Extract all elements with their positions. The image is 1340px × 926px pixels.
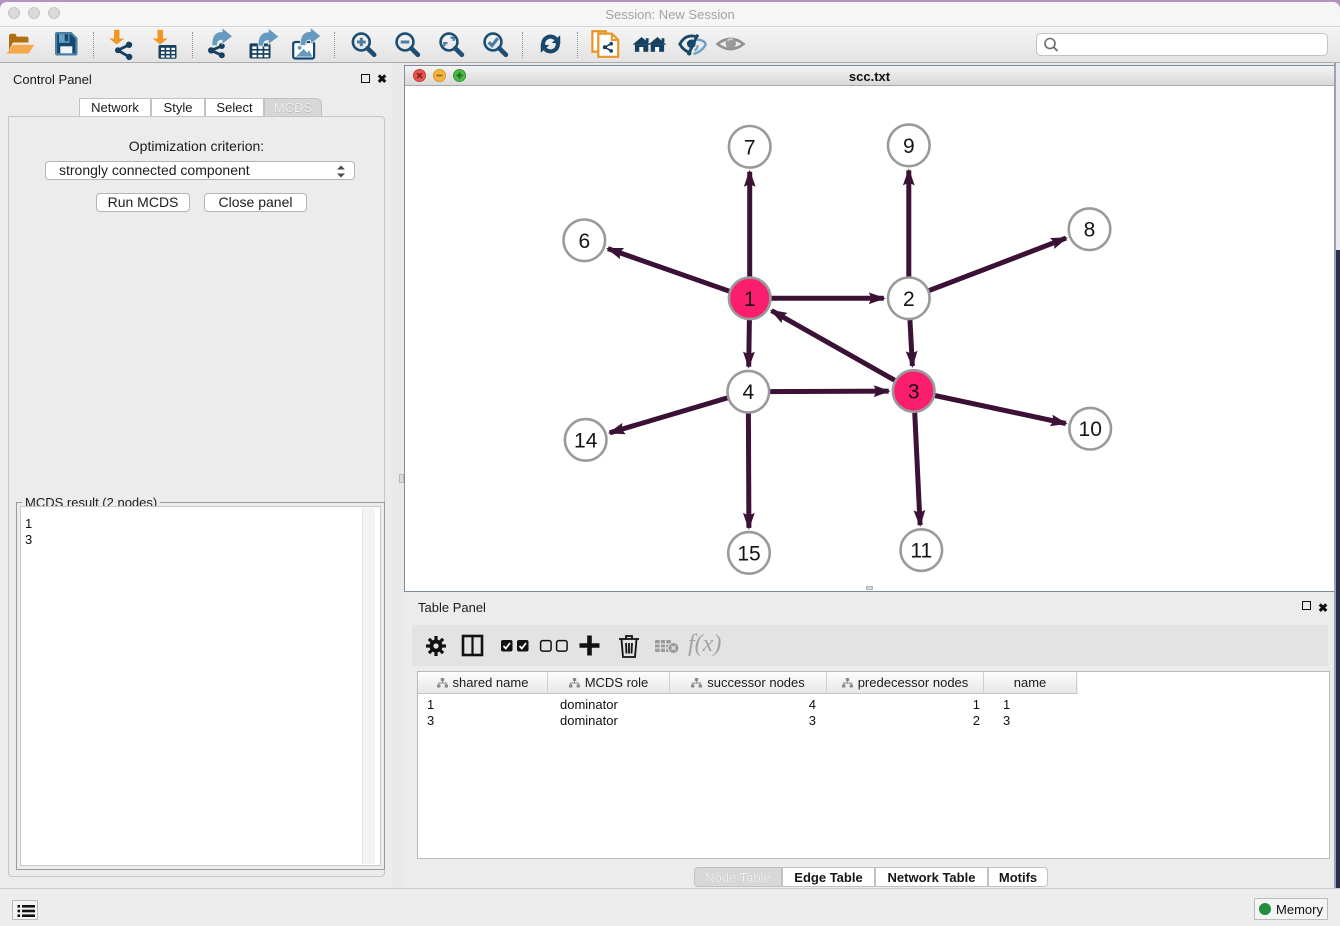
svg-text:3: 3 (908, 381, 920, 404)
svg-text:2: 2 (903, 288, 915, 311)
svg-text:11: 11 (910, 540, 932, 563)
svg-text:8: 8 (1084, 219, 1096, 242)
svg-text:7: 7 (744, 136, 756, 159)
svg-text:10: 10 (1079, 418, 1102, 441)
svg-text:15: 15 (737, 542, 760, 565)
svg-text:9: 9 (903, 135, 915, 158)
svg-text:14: 14 (574, 429, 598, 452)
svg-text:4: 4 (742, 381, 754, 404)
svg-text:6: 6 (578, 230, 590, 253)
svg-text:1: 1 (744, 288, 756, 311)
